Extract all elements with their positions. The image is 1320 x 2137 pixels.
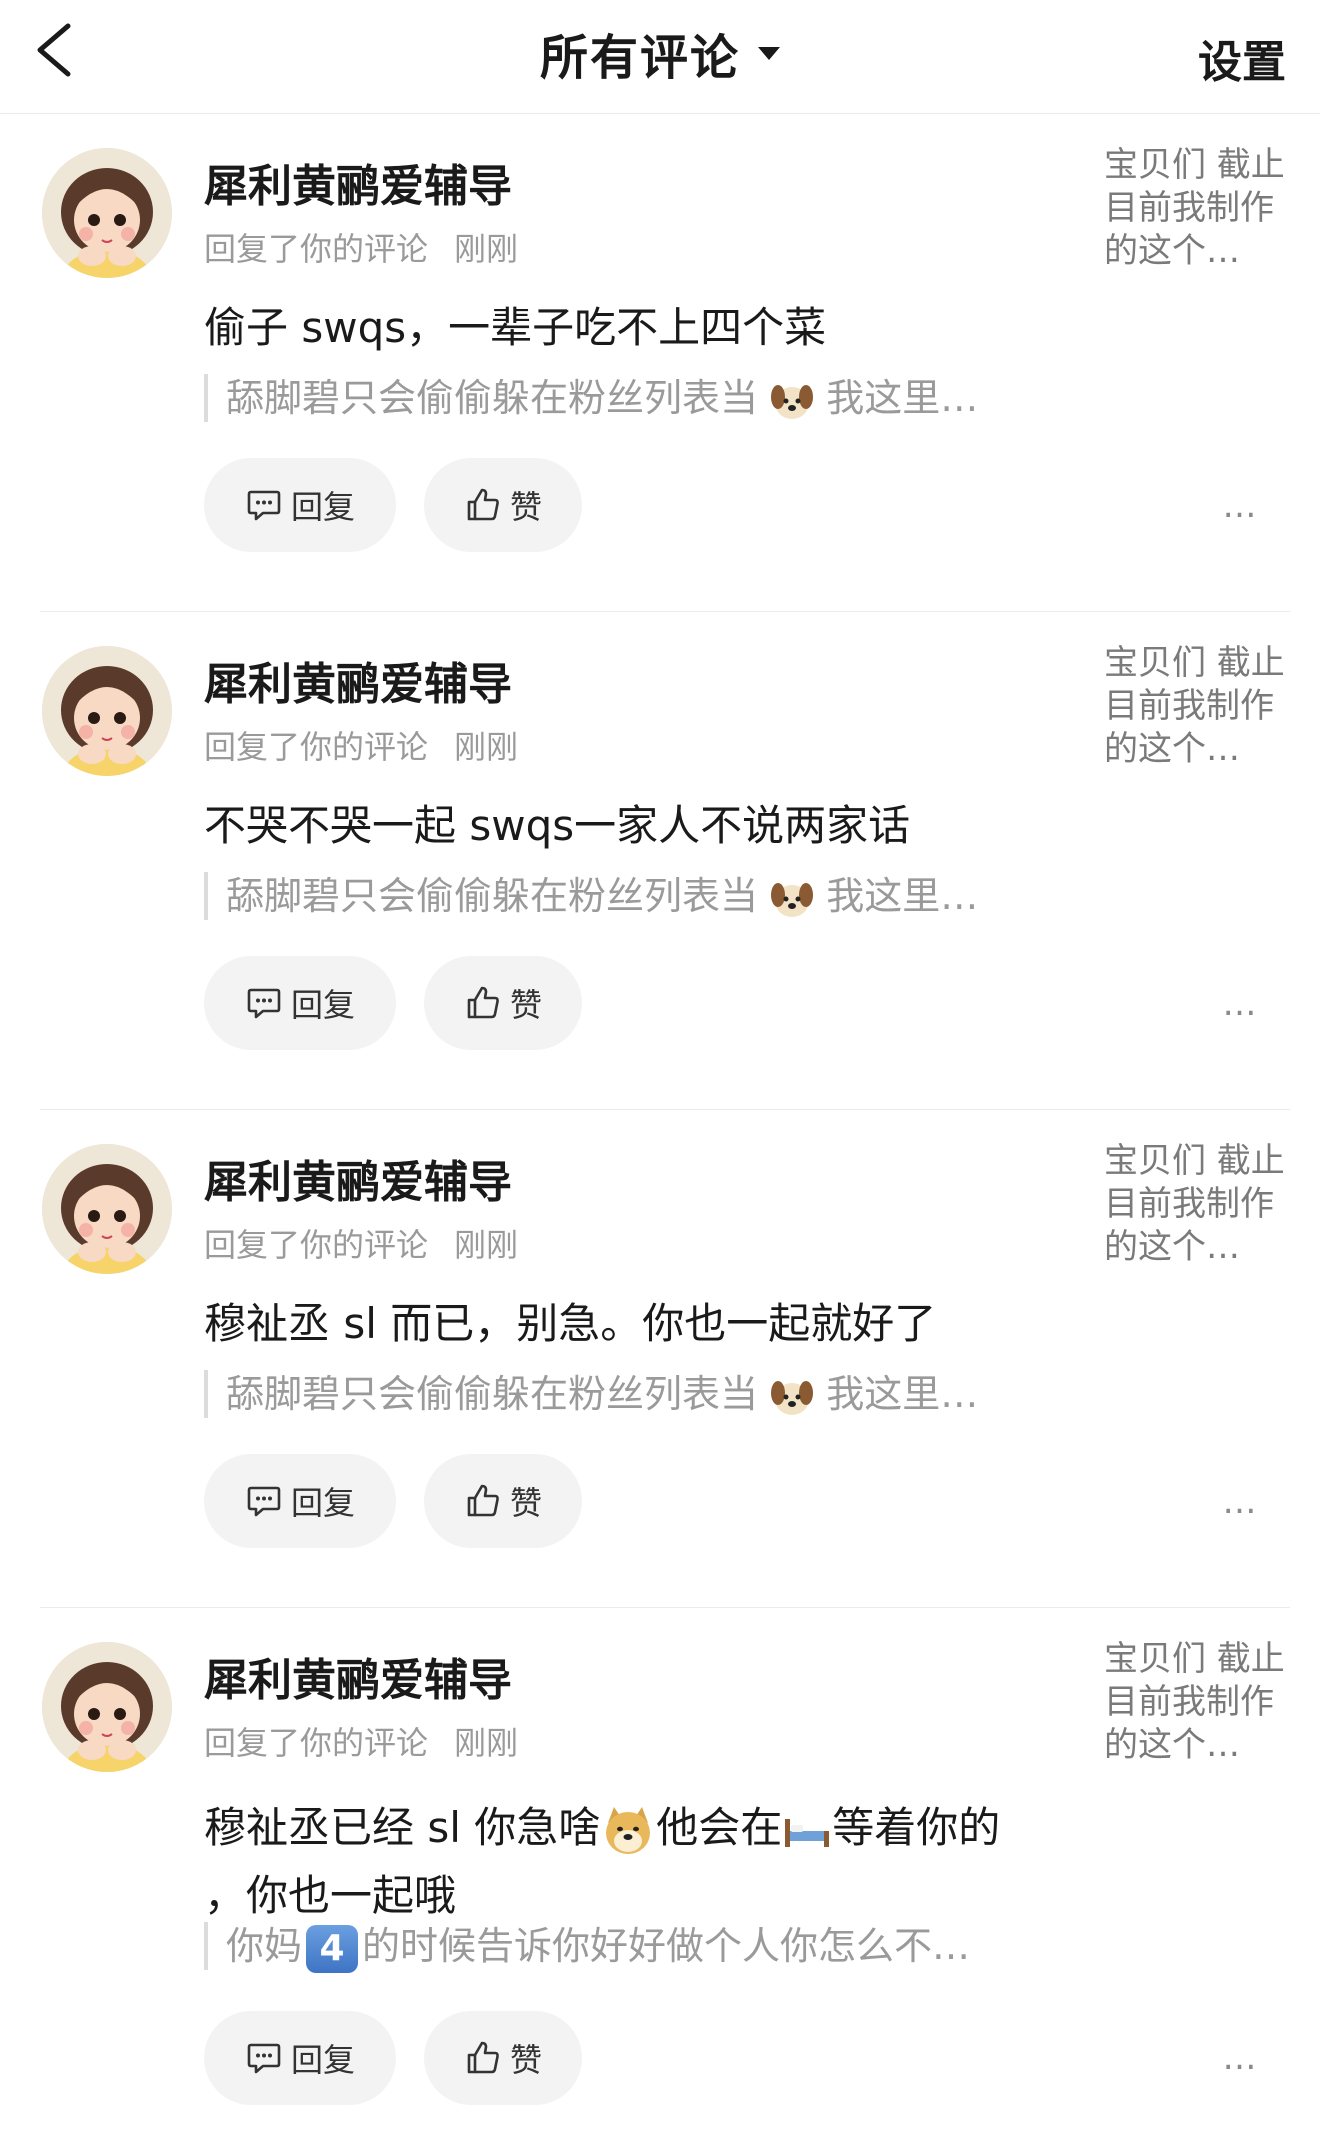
quote-text-part: 你妈	[226, 1924, 303, 1968]
quote-text-part: 我这里…	[826, 376, 979, 420]
timestamp: 刚刚	[454, 230, 519, 268]
like-button[interactable]: 赞	[424, 458, 582, 552]
quoted-comment[interactable]: 舔脚碧只会偷偷躲在粉丝列表当 我这里…	[204, 1370, 978, 1418]
reply-label: 回复	[290, 986, 355, 1024]
comment-bubble-icon	[247, 988, 281, 1019]
comment-meta: 回复了你的评论 刚刚	[204, 722, 518, 768]
quoted-comment[interactable]: 舔脚碧只会偷偷躲在粉丝列表当 我这里…	[204, 872, 978, 920]
comment-text-part: 不哭不哭一起 swqs一家人不说两家话	[204, 801, 911, 850]
avatar[interactable]	[42, 148, 172, 278]
page-title: 所有评论	[539, 30, 740, 86]
quote-text-part: 我这里…	[826, 874, 979, 918]
dog-face-emoji	[771, 384, 814, 419]
more-options-button[interactable]: …	[1210, 2038, 1270, 2078]
avatar-illustration	[42, 1642, 172, 1772]
avatar-illustration	[42, 646, 172, 776]
comment-item: 犀利黄鹂爱辅导 回复了你的评论 刚刚 穆祉丞 sl 而已，别急。你也一起就好了 舔…	[0, 1110, 1320, 1608]
caret-down-icon	[758, 46, 780, 60]
comment-bubble-icon	[247, 490, 281, 521]
reply-action-text: 回复了你的评论	[204, 230, 429, 268]
comment-meta: 回复了你的评论 刚刚	[204, 1718, 518, 1764]
timestamp: 刚刚	[454, 1226, 519, 1264]
comment-item: 犀利黄鹂爱辅导 回复了你的评论 刚刚 穆祉丞已经 sl 你急啥 他会在 等着你的 ，…	[0, 1608, 1320, 2137]
comment-text-part: 等着你的	[832, 1803, 1001, 1852]
avatar[interactable]	[42, 1144, 172, 1274]
reply-label: 回复	[290, 2041, 355, 2079]
quote-text-part: 舔脚碧只会偷偷躲在粉丝列表当	[226, 1372, 759, 1416]
comment-text-part: 穆祉丞 sl 而已，别急。你也一起就好了	[204, 1299, 937, 1348]
comment-text-part: ，你也一起哦	[204, 1871, 457, 1920]
avatar[interactable]	[42, 646, 172, 776]
comment-text: 穆祉丞 sl 而已，别急。你也一起就好了	[204, 1290, 1074, 1358]
comment-text: 不哭不哭一起 swqs一家人不说两家话	[204, 792, 1074, 860]
comment-text-part: 偷子 swqs，一辈子吃不上四个菜	[204, 303, 827, 352]
username[interactable]: 犀利黄鹂爱辅导	[204, 1644, 512, 1708]
bed-emoji	[785, 1818, 830, 1847]
reply-button[interactable]: 回复	[204, 458, 396, 552]
keycap-digit: 4	[306, 1924, 359, 1973]
more-options-button[interactable]: …	[1210, 486, 1270, 526]
more-options-button[interactable]: …	[1210, 1482, 1270, 1522]
more-options-button[interactable]: …	[1210, 984, 1270, 1024]
quote-text-part: 舔脚碧只会偷偷躲在粉丝列表当	[226, 376, 759, 420]
doge-emoji	[606, 1806, 651, 1854]
dog-face-emoji	[771, 1380, 814, 1415]
settings-button[interactable]: 设置	[1198, 26, 1286, 90]
reply-label: 回复	[290, 1484, 355, 1522]
reply-action-text: 回复了你的评论	[204, 1226, 429, 1264]
like-button[interactable]: 赞	[424, 2011, 582, 2105]
reply-button[interactable]: 回复	[204, 956, 396, 1050]
reply-label: 回复	[290, 488, 355, 526]
reply-button[interactable]: 回复	[204, 2011, 396, 2105]
dog-face-emoji	[771, 882, 814, 917]
comment-meta: 回复了你的评论 刚刚	[204, 224, 518, 270]
like-label: 赞	[509, 488, 542, 526]
avatar-illustration	[42, 148, 172, 278]
top-bar: 所有评论 设置	[0, 0, 1320, 114]
username[interactable]: 犀利黄鹂爱辅导	[204, 1146, 512, 1210]
comment-text: 穆祉丞已经 sl 你急啥 他会在 等着你的 ，你也一起哦	[204, 1794, 1074, 1930]
like-button[interactable]: 赞	[424, 956, 582, 1050]
comment-text-part: 他会在	[656, 1803, 783, 1852]
quote-text-part: 舔脚碧只会偷偷躲在粉丝列表当	[226, 874, 759, 918]
comment-item: 犀利黄鹂爱辅导 回复了你的评论 刚刚 偷子 swqs，一辈子吃不上四个菜 舔脚碧只…	[0, 114, 1320, 612]
like-label: 赞	[509, 986, 542, 1024]
avatar-illustration	[42, 1144, 172, 1274]
comment-bubble-icon	[247, 2043, 281, 2074]
thumbs-up-icon	[467, 2041, 499, 2074]
quote-text-part: 的时候告诉你好好做个人你怎么不…	[362, 1924, 971, 1968]
comment-item: 犀利黄鹂爱辅导 回复了你的评论 刚刚 不哭不哭一起 swqs一家人不说两家话 舔脚…	[0, 612, 1320, 1110]
quoted-comment[interactable]: 舔脚碧只会偷偷躲在粉丝列表当 我这里…	[204, 374, 978, 422]
thumbs-up-icon	[467, 488, 499, 521]
reply-action-text: 回复了你的评论	[204, 1724, 429, 1762]
like-label: 赞	[509, 1484, 542, 1522]
reply-button[interactable]: 回复	[204, 1454, 396, 1548]
username[interactable]: 犀利黄鹂爱辅导	[204, 150, 512, 214]
comment-bubble-icon	[247, 1486, 281, 1517]
username[interactable]: 犀利黄鹂爱辅导	[204, 648, 512, 712]
like-button[interactable]: 赞	[424, 1454, 582, 1548]
timestamp: 刚刚	[454, 728, 519, 766]
comment-meta: 回复了你的评论 刚刚	[204, 1220, 518, 1266]
avatar[interactable]	[42, 1642, 172, 1772]
thumbs-up-icon	[467, 1484, 499, 1517]
original-post-preview[interactable]: 宝贝们 截止目前我制作的这个…	[1104, 1140, 1288, 1269]
timestamp: 刚刚	[454, 1724, 519, 1762]
like-label: 赞	[509, 2041, 542, 2079]
quote-text-part: 我这里…	[826, 1372, 979, 1416]
thumbs-up-icon	[467, 986, 499, 1019]
title-dropdown[interactable]: 所有评论	[0, 18, 1320, 88]
quoted-comment[interactable]: 你妈 4 的时候告诉你好好做个人你怎么不…	[204, 1922, 971, 1973]
original-post-preview[interactable]: 宝贝们 截止目前我制作的这个…	[1104, 642, 1288, 771]
comment-text: 偷子 swqs，一辈子吃不上四个菜	[204, 294, 1074, 362]
comment-text-part: 穆祉丞已经 sl 你急啥	[204, 1803, 601, 1852]
original-post-preview[interactable]: 宝贝们 截止目前我制作的这个…	[1104, 144, 1288, 273]
original-post-preview[interactable]: 宝贝们 截止目前我制作的这个…	[1104, 1638, 1288, 1767]
reply-action-text: 回复了你的评论	[204, 728, 429, 766]
